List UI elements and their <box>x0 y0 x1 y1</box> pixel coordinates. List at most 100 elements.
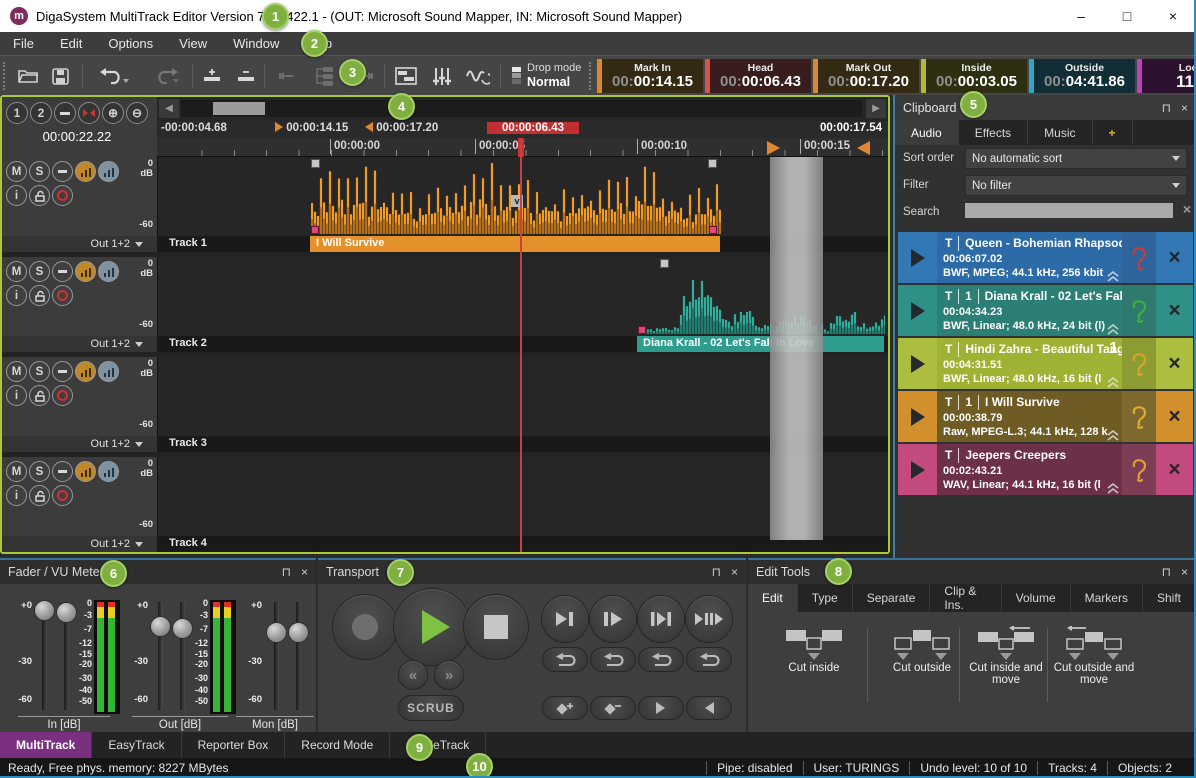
fader-track[interactable] <box>274 602 279 710</box>
redo-button[interactable] <box>146 62 182 90</box>
cut-outside-tool[interactable]: Cut outside <box>876 626 968 674</box>
menu-options[interactable]: Options <box>95 32 166 55</box>
collapse-marks-button[interactable] <box>78 102 100 124</box>
remove-item-button[interactable]: × <box>1156 338 1193 389</box>
remove-item-button[interactable]: × <box>1156 285 1193 336</box>
mixer-button[interactable] <box>428 62 456 90</box>
record-button[interactable] <box>332 594 398 660</box>
play-between-marks-button[interactable] <box>637 595 685 643</box>
lock-button[interactable] <box>29 285 50 306</box>
clip-label[interactable]: I Will Survive <box>310 236 720 252</box>
play-from-mark-button[interactable] <box>589 595 637 643</box>
timeline-ruler[interactable]: 00:00:00 00:00:05 00:00:10 00:00:15 <box>157 138 888 157</box>
save-button[interactable] <box>46 62 74 90</box>
pin-icon[interactable]: ⊓ <box>1162 565 1171 579</box>
mute-button[interactable]: M <box>6 461 27 482</box>
tab-volume[interactable]: Volume <box>1002 584 1071 612</box>
toolbar-grip[interactable] <box>3 62 6 90</box>
mark-out-flag-icon[interactable] <box>857 141 870 155</box>
prelisten-play-button[interactable] <box>898 338 937 389</box>
expand-icon[interactable] <box>1106 430 1120 441</box>
track-3-output[interactable]: Out 1+2 <box>2 436 157 452</box>
cut-outside-move-tool[interactable]: Cut outside and move <box>1048 626 1140 686</box>
view-preset-1-button[interactable]: 1 <box>6 102 28 124</box>
fade-handle[interactable] <box>660 259 669 268</box>
zoom-in-button[interactable]: ⊕ <box>102 102 124 124</box>
add-marker-button[interactable] <box>542 696 588 720</box>
clip-diana-krall[interactable] <box>638 263 885 334</box>
envelope-view-button[interactable] <box>98 361 119 382</box>
loop-button[interactable] <box>686 647 732 672</box>
tab-audio[interactable]: Audio <box>895 120 959 145</box>
track-1-output[interactable]: Out 1+2 <box>2 236 157 252</box>
move-left-button[interactable] <box>272 62 300 90</box>
scroll-left-button[interactable]: ◀ <box>159 99 179 118</box>
prelisten-ear-button[interactable] <box>1122 232 1156 283</box>
tab-easytrack[interactable]: EasyTrack <box>92 732 181 758</box>
minimize-track-button[interactable] <box>52 261 73 282</box>
mute-button[interactable]: M <box>6 161 27 182</box>
minimize-track-button[interactable] <box>52 461 73 482</box>
menu-view[interactable]: View <box>166 32 220 55</box>
view-preset-2-button[interactable]: 2 <box>30 102 52 124</box>
scrub-button[interactable]: SCRUB <box>398 695 464 721</box>
filter-dropdown[interactable]: No filter <box>965 175 1187 196</box>
prelisten-play-button[interactable] <box>898 391 937 442</box>
close-button[interactable]: × <box>1150 0 1196 32</box>
record-arm-button[interactable] <box>52 285 73 306</box>
open-button[interactable] <box>14 62 42 90</box>
fader-knob[interactable] <box>150 616 171 637</box>
clip-mark-handle[interactable] <box>709 226 717 234</box>
track-4-output[interactable]: Out 1+2 <box>2 536 157 552</box>
prelisten-ear-button[interactable] <box>1122 338 1156 389</box>
zoom-out-button[interactable]: ⊖ <box>126 102 148 124</box>
clips-view-button[interactable] <box>392 62 420 90</box>
cut-inside-tool[interactable]: Cut inside <box>768 626 860 674</box>
mark-in-display[interactable]: Mark In00:00:14.15 <box>597 59 703 93</box>
selection-overlay[interactable] <box>770 157 823 540</box>
tab-music[interactable]: Music <box>1028 120 1092 145</box>
scrollbar-track[interactable] <box>181 100 862 117</box>
clip-i-will-survive[interactable]: v <box>311 159 721 234</box>
maximize-button[interactable]: □ <box>1104 0 1150 32</box>
tab-edit[interactable]: Edit <box>748 584 798 612</box>
tab-reporter-box[interactable]: Reporter Box <box>182 732 286 758</box>
sort-order-dropdown[interactable]: No automatic sort <box>965 148 1187 169</box>
tab-add[interactable]: + <box>1093 120 1133 145</box>
play-button[interactable] <box>393 588 471 666</box>
close-icon[interactable]: × <box>1181 565 1188 579</box>
scrollbar-thumb[interactable] <box>213 102 265 115</box>
prelisten-play-button[interactable] <box>898 444 937 495</box>
toolbar-grip[interactable] <box>589 62 592 90</box>
remove-track-button[interactable] <box>232 62 260 90</box>
next-marker-button[interactable] <box>638 696 684 720</box>
tab-effects[interactable]: Effects <box>959 120 1028 145</box>
search-clear-icon[interactable]: × <box>1183 201 1191 217</box>
clipboard-item-diana[interactable]: T1Diana Krall - 02 Let's Fall In Lo 00:0… <box>898 285 1193 336</box>
mark-in-flag-icon[interactable] <box>767 141 780 155</box>
inside-display[interactable]: Inside00:00:03.05 <box>921 59 1027 93</box>
undo-button[interactable] <box>96 62 132 90</box>
loop-button[interactable] <box>590 647 636 672</box>
mute-button[interactable]: M <box>6 361 27 382</box>
fader-knob[interactable] <box>34 600 55 621</box>
scroll-right-button[interactable]: ▶ <box>866 99 886 118</box>
minimize-button[interactable]: – <box>1058 0 1104 32</box>
pin-icon[interactable]: ⊓ <box>712 565 721 579</box>
track-info-button[interactable]: i <box>6 385 27 406</box>
clipboard-item-queen[interactable]: TQueen - Bohemian Rhapsody_mp 00:06:07.0… <box>898 232 1193 283</box>
fade-handle[interactable] <box>311 159 320 168</box>
mute-button[interactable]: M <box>6 261 27 282</box>
ruler-playhead[interactable] <box>522 138 524 157</box>
clipboard-item-hindi[interactable]: THindi Zahra - Beautiful Tang 1 00:04:31… <box>898 338 1193 389</box>
fader-track[interactable] <box>296 602 301 710</box>
lock-button[interactable] <box>29 385 50 406</box>
envelope-view-button[interactable] <box>98 461 119 482</box>
clipboard-item-survive[interactable]: T1I Will Survive 00:00:38.79 Raw, MPEG-L… <box>898 391 1193 442</box>
minimize-track-button[interactable] <box>52 361 73 382</box>
remove-item-button[interactable]: × <box>1156 444 1193 495</box>
mark-out-display[interactable]: Mark Out00:00:17.20 <box>813 59 919 93</box>
tab-separate[interactable]: Separate <box>853 584 931 612</box>
envelope-view-button[interactable] <box>98 161 119 182</box>
menu-edit[interactable]: Edit <box>47 32 95 55</box>
